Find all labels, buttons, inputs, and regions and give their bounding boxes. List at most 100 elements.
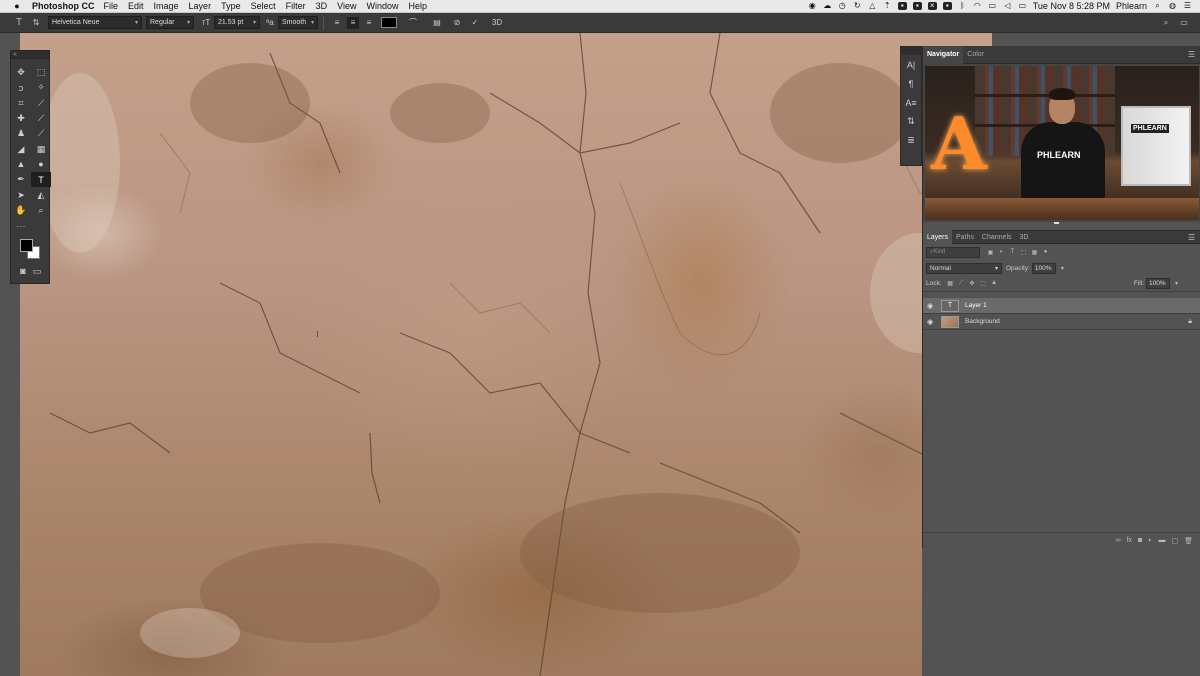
menu-select[interactable]: Select — [251, 1, 276, 11]
record-icon[interactable]: ◉ — [808, 2, 817, 10]
libraries-icon[interactable]: ≣ — [901, 131, 921, 150]
gradient-tool-icon[interactable]: ▦ — [31, 141, 51, 156]
filter-pixel-icon[interactable]: ▣ — [986, 248, 995, 257]
screen-icon[interactable]: ▪ — [942, 2, 952, 10]
menu-help[interactable]: Help — [408, 1, 427, 11]
create-3d-button[interactable]: 3D — [489, 17, 505, 29]
font-style-dropdown[interactable]: Regular ▾ — [146, 16, 194, 29]
menu-filter[interactable]: Filter — [286, 1, 306, 11]
lasso-tool-icon[interactable]: ↄ — [11, 80, 31, 95]
filter-adjustment-icon[interactable]: ◐ — [997, 248, 1006, 257]
menu-type[interactable]: Type — [221, 1, 241, 11]
warp-text-icon[interactable]: ⌒ — [407, 17, 419, 29]
type-tool-icon[interactable]: T — [31, 172, 51, 188]
navigator-preview[interactable]: A PHLEARN PHLEARN — [923, 64, 1200, 222]
brush-tool-icon[interactable]: ⟋ — [31, 111, 51, 126]
collapse-icon[interactable]: « — [13, 51, 17, 59]
layer-filter-dropdown[interactable]: ⌕ Kind — [926, 246, 980, 258]
quick-mask-icon[interactable]: ◙ — [17, 265, 29, 277]
type-tool-preset-icon[interactable]: T — [10, 17, 28, 28]
chevron-down-icon[interactable]: ▾ — [1172, 279, 1181, 288]
magic-wand-tool-icon[interactable]: ✧ — [31, 80, 51, 95]
volume-icon[interactable]: ◁ — [1003, 2, 1012, 10]
tab-3d[interactable]: 3D — [1016, 230, 1033, 244]
battery-icon[interactable]: ▭ — [1018, 2, 1027, 10]
menu-3d[interactable]: 3D — [316, 1, 328, 11]
bluetooth-icon[interactable]: ᛒ — [958, 2, 967, 10]
filter-toggle-icon[interactable]: ● — [1041, 248, 1050, 257]
character-panel-icon[interactable]: ▤ — [431, 17, 443, 29]
lock-artboard-icon[interactable]: ⬚ — [979, 279, 988, 288]
eraser-tool-icon[interactable]: ◢ — [11, 141, 31, 156]
fill-field[interactable]: 100% — [1146, 278, 1170, 289]
spotlight-icon[interactable]: ⌕ — [1153, 2, 1162, 10]
link-layers-icon[interactable]: ∞ — [1116, 537, 1121, 544]
tab-channels[interactable]: Channels — [978, 230, 1016, 244]
adjustment-layer-icon[interactable]: ◐ — [1148, 537, 1152, 544]
close-box-icon[interactable]: × — [927, 2, 937, 10]
history-brush-tool-icon[interactable]: ⟋ — [31, 126, 51, 141]
calendar-icon[interactable]: ▪ — [912, 2, 922, 10]
sync-icon[interactable]: ↻ — [853, 2, 862, 10]
layer-style-icon[interactable]: fx — [1127, 537, 1132, 544]
lock-position-icon[interactable]: ✥ — [968, 279, 977, 288]
tab-color[interactable]: Color — [963, 46, 988, 64]
eyedropper-tool-icon[interactable]: ⟋ — [31, 96, 51, 111]
search-icon[interactable]: ⌕ — [1160, 17, 1172, 29]
foreground-color-swatch[interactable] — [20, 239, 33, 253]
character-panel-icon[interactable]: A| — [901, 55, 921, 74]
drive-icon[interactable]: △ — [868, 2, 877, 10]
shape-tool-icon[interactable]: ◭ — [31, 187, 51, 202]
dodge-tool-icon[interactable]: ● — [31, 157, 51, 172]
clone-stamp-tool-icon[interactable]: ♟ — [11, 126, 31, 141]
menu-layer[interactable]: Layer — [189, 1, 212, 11]
layer-name[interactable]: Layer 1 — [965, 302, 987, 309]
user-name[interactable]: Phlearn — [1116, 1, 1147, 11]
marquee-tool-icon[interactable]: ⬚ — [31, 65, 51, 80]
tab-navigator[interactable]: Navigator — [923, 45, 964, 64]
siri-icon[interactable]: ◍ — [1168, 2, 1177, 10]
paragraph-panel-icon[interactable]: ¶ — [901, 74, 921, 93]
healing-brush-tool-icon[interactable]: ✚ — [11, 111, 31, 126]
notification-center-icon[interactable]: ☰ — [1183, 2, 1192, 10]
menu-edit[interactable]: Edit — [128, 1, 144, 11]
clock-text[interactable]: Tue Nov 8 5:28 PM — [1033, 1, 1110, 11]
screen-mode-icon[interactable]: ▭ — [31, 265, 43, 277]
filter-smart-object-icon[interactable]: ▦ — [1030, 248, 1039, 257]
app-name[interactable]: Photoshop CC — [32, 1, 95, 11]
menu-window[interactable]: Window — [366, 1, 398, 11]
align-center-icon[interactable]: ≡ — [347, 16, 359, 29]
panel-menu-icon[interactable]: ☰ — [1188, 50, 1195, 59]
airplay-icon[interactable]: ▭ — [988, 2, 997, 10]
hand-tool-icon[interactable]: ✋ — [11, 203, 31, 218]
blend-mode-dropdown[interactable]: Normal ▾ — [926, 262, 1002, 274]
menu-image[interactable]: Image — [154, 1, 179, 11]
character-styles-icon[interactable]: A≡ — [901, 93, 921, 112]
layer-name[interactable]: Background — [965, 318, 1000, 325]
align-left-icon[interactable]: ≡ — [331, 17, 343, 29]
cloud-upload-icon[interactable]: ⇡ — [883, 2, 892, 10]
align-right-icon[interactable]: ≡ — [363, 17, 375, 29]
app-tray-icon[interactable]: ▪ — [897, 2, 907, 10]
trash-icon[interactable]: 🗑︎ — [1184, 537, 1193, 545]
visibility-eye-icon[interactable]: ◉ — [923, 302, 937, 310]
blur-tool-icon[interactable]: ▲ — [11, 157, 31, 172]
commit-check-icon[interactable]: ✓ — [469, 17, 481, 29]
chevron-down-icon[interactable]: ▾ — [1058, 264, 1067, 273]
adjustments-icon[interactable]: ⇅ — [901, 112, 921, 131]
layer-row-layer-1[interactable]: ◉ T Layer 1 — [923, 298, 1200, 314]
zoom-tool-icon[interactable]: ⌕ — [31, 203, 51, 218]
clock-icon[interactable]: ◷ — [838, 2, 847, 10]
new-layer-icon[interactable]: ▢ — [1171, 537, 1178, 545]
lock-pixels-icon[interactable]: ⟋ — [957, 279, 966, 288]
pen-tool-icon[interactable]: ✒ — [11, 172, 31, 187]
navigator-slider-indicator[interactable] — [1054, 222, 1059, 224]
layer-row-background[interactable]: ◉ Background 🔒︎ — [923, 314, 1200, 330]
filter-shape-icon[interactable]: ⬚ — [1019, 248, 1028, 257]
document-canvas[interactable] — [20, 33, 992, 676]
new-group-icon[interactable]: ▬ — [1158, 537, 1165, 544]
workspace-icon[interactable]: ▭ — [1178, 17, 1190, 29]
tab-paths[interactable]: Paths — [952, 230, 978, 244]
tab-layers[interactable]: Layers — [923, 230, 953, 244]
tools-panel-grip[interactable]: « — [11, 51, 49, 59]
